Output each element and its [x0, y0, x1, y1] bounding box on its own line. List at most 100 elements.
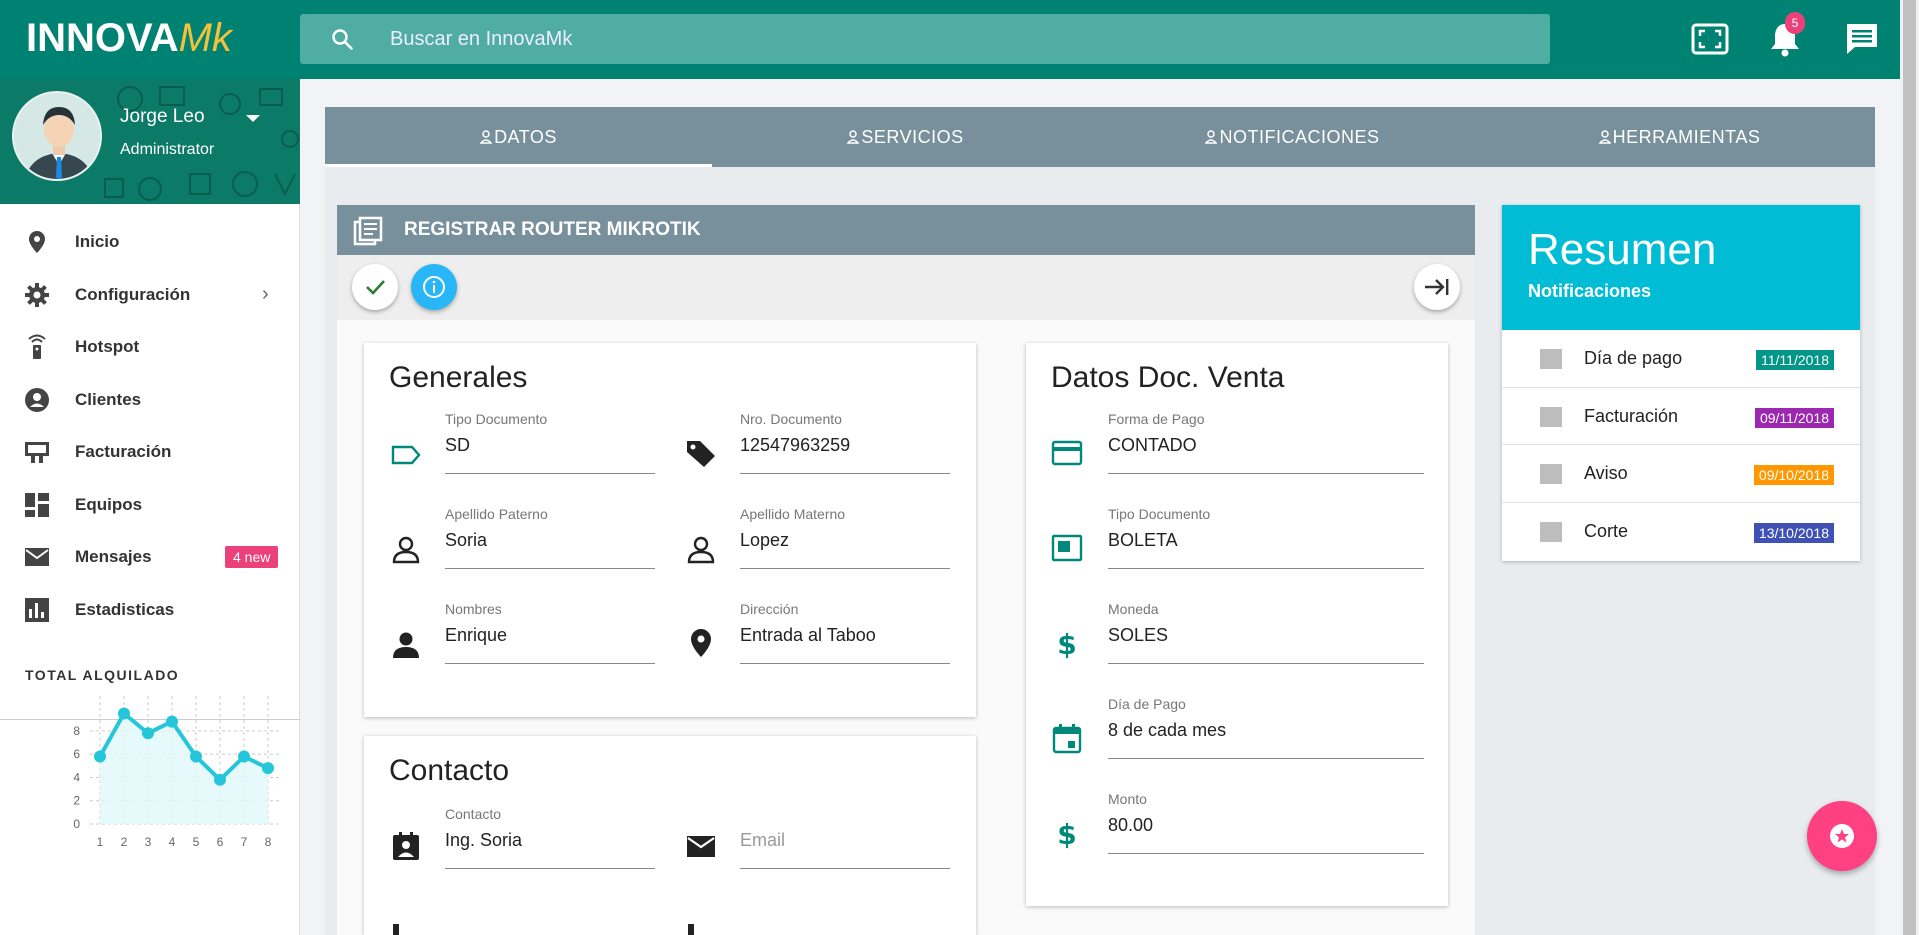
tab-datos[interactable]: DATOS — [325, 107, 712, 167]
x-tick-label: 4 — [169, 835, 176, 849]
field-label: Dirección — [740, 601, 799, 617]
field-value: SOLES — [1108, 625, 1169, 645]
person-outline-icon — [687, 536, 715, 564]
field-value: Enrique — [445, 625, 508, 645]
resumen-card: Resumen Notificaciones Día de pago 11/11… — [1502, 205, 1860, 561]
sidebar-item-label: Clientes — [75, 389, 142, 409]
dollar-icon: $ — [1057, 818, 1076, 849]
field-label: Nro. Documento — [740, 411, 842, 427]
x-tick-label: 8 — [265, 835, 272, 849]
search-icon[interactable] — [330, 27, 354, 51]
total-alquilado-chart: 0 2 4 6 8 1 2 3 4 5 6 7 8 — [73, 696, 280, 849]
new-messages-badge: 4 new — [225, 546, 279, 569]
field-underline — [445, 868, 655, 869]
calendar-icon — [1052, 724, 1082, 754]
sidebar-item-mensajes[interactable]: Mensajes 4 new — [0, 531, 300, 584]
date-badge: 13/10/2018 — [1753, 522, 1834, 543]
date-badge: 11/11/2018 — [1756, 350, 1834, 370]
field-value: 12547963259 — [740, 435, 851, 455]
date-badge: 09/10/2018 — [1753, 465, 1834, 485]
field-value: BOLETA — [1108, 530, 1178, 550]
brand-part1: INNOVA — [26, 16, 179, 60]
field-label: Tipo Documento — [445, 411, 548, 427]
item-label: Facturación — [1584, 405, 1679, 426]
confirm-button[interactable] — [352, 264, 398, 310]
user-profile: Jorge Leo Administrator — [0, 79, 300, 204]
generales-card: Generales Tipo Documento SD Nro. Documen… — [364, 343, 976, 717]
next-button[interactable] — [1414, 264, 1460, 310]
person-outline-icon — [1598, 130, 1611, 144]
contacto-title: Contacto — [389, 754, 510, 787]
user-menu-caret-icon[interactable] — [246, 115, 260, 122]
gear-icon — [25, 282, 49, 307]
info-button[interactable] — [411, 264, 457, 310]
panel-toolbar — [337, 255, 1475, 320]
list-item[interactable]: Facturación 09/11/2018 — [1502, 388, 1860, 445]
data-point — [214, 773, 226, 786]
fullscreen-icon[interactable] — [1691, 20, 1729, 58]
resumen-title: Resumen — [1528, 225, 1717, 274]
x-tick-label: 2 — [121, 835, 128, 849]
x-tick-label: 5 — [193, 835, 200, 849]
datos-venta-card: Datos Doc. Venta Forma de Pago CONTADO T… — [1026, 343, 1448, 906]
sidebar-item-label: Facturación — [75, 442, 172, 462]
brand-logo[interactable]: INNOVAMk — [26, 16, 232, 61]
sidebar-item-configuracion[interactable]: Configuración › — [0, 269, 300, 322]
location-pin-icon — [29, 231, 45, 254]
search-input[interactable] — [390, 14, 1490, 64]
sidebar-item-clientes[interactable]: Clientes — [0, 374, 300, 427]
field-value: 80.00 — [1108, 815, 1154, 835]
tab-herramientas[interactable]: HERRAMIENTAS — [1486, 107, 1873, 167]
sidebar-item-estadisticas[interactable]: Estadisticas — [0, 584, 300, 637]
checkbox[interactable] — [1540, 349, 1562, 369]
field-label: Contacto — [445, 806, 502, 822]
generales-title: Generales — [389, 361, 528, 394]
sidebar-item-equipos[interactable]: Equipos — [0, 479, 300, 532]
scrollbar-thumb[interactable] — [1903, 0, 1916, 935]
field-underline — [445, 473, 655, 474]
person-icon — [393, 632, 419, 658]
partial-icon — [688, 924, 694, 935]
list-item[interactable]: Día de pago 11/11/2018 — [1502, 330, 1860, 388]
list-item[interactable]: Corte 13/10/2018 — [1502, 503, 1860, 561]
tab-servicios[interactable]: SERVICIOS — [712, 107, 1099, 167]
field-underline — [1108, 853, 1424, 854]
field-underline — [445, 663, 655, 664]
field-label: Apellido Paterno — [445, 506, 548, 522]
checkbox[interactable] — [1540, 521, 1562, 542]
field-value: Soria — [445, 530, 488, 550]
checkbox[interactable] — [1540, 464, 1562, 484]
item-label: Corte — [1584, 520, 1629, 541]
field-label: Tipo Documento — [1108, 506, 1211, 522]
checkbox[interactable] — [1540, 406, 1562, 427]
field-underline — [1108, 663, 1424, 664]
person-outline-icon — [392, 536, 420, 564]
bar-chart-icon — [25, 597, 49, 622]
floating-action-button[interactable] — [1807, 801, 1877, 871]
dashboard-icon — [25, 492, 49, 517]
y-tick-label: 0 — [73, 817, 80, 831]
list-item[interactable]: Aviso 09/10/2018 — [1502, 445, 1860, 503]
svg-text:$: $ — [1057, 818, 1076, 849]
chat-icon[interactable] — [1843, 20, 1881, 58]
data-point — [118, 707, 130, 720]
field-label: Día de Pago — [1108, 696, 1186, 712]
page-scrollbar[interactable] — [1900, 0, 1919, 935]
field-underline — [1108, 568, 1424, 569]
avatar[interactable] — [12, 91, 102, 181]
sidebar-item-inicio[interactable]: Inicio — [0, 216, 300, 269]
document-box-icon — [1051, 534, 1083, 562]
field-underline — [740, 663, 950, 664]
sidebar-item-facturacion[interactable]: Facturación — [0, 426, 300, 479]
venta-title: Datos Doc. Venta — [1051, 361, 1285, 394]
y-tick-label: 6 — [73, 747, 80, 761]
sidebar-item-hotspot[interactable]: Hotspot — [0, 321, 300, 374]
sidebar-item-label: Estadisticas — [75, 599, 175, 619]
account-circle-icon — [25, 387, 49, 412]
field-value: SD — [445, 435, 471, 455]
data-point — [142, 727, 154, 740]
contacto-card: Contacto Contacto Ing. Soria Email — [364, 736, 976, 935]
date-badge: 09/11/2018 — [1754, 407, 1834, 428]
document-list-icon — [353, 216, 383, 246]
tab-notificaciones[interactable]: NOTIFICACIONES — [1099, 107, 1486, 167]
